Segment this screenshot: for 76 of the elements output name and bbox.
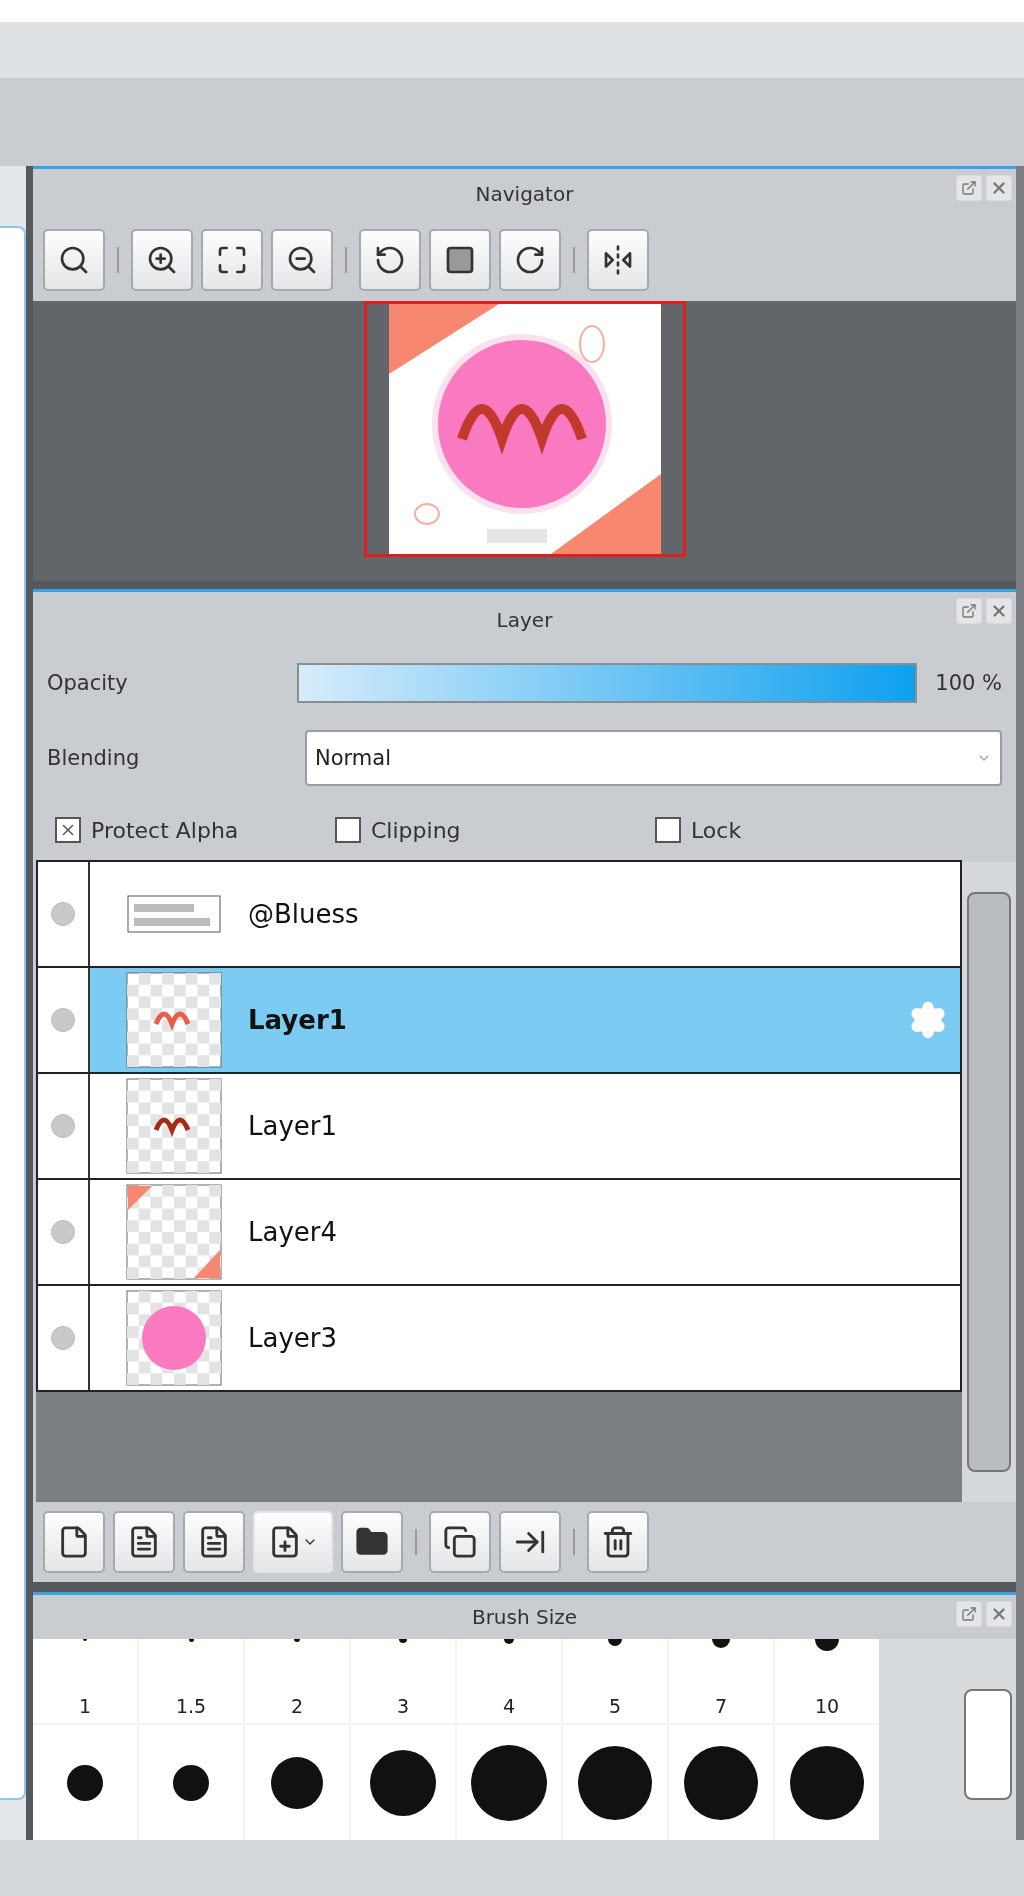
zoom-in-button[interactable] xyxy=(131,229,193,291)
layer-row[interactable]: Layer4 xyxy=(36,1178,962,1286)
add-layer-menu-button[interactable] xyxy=(253,1511,333,1573)
flip-icon xyxy=(602,244,634,276)
opacity-slider[interactable] xyxy=(297,663,918,703)
close-icon xyxy=(990,179,1008,197)
undock-button[interactable] xyxy=(956,1601,982,1627)
external-link-icon xyxy=(961,1606,977,1622)
delete-button[interactable] xyxy=(587,1511,649,1573)
brush-size-item[interactable] xyxy=(669,1725,773,1840)
blending-label: Blending xyxy=(47,746,141,770)
rotate-left-icon xyxy=(374,244,406,276)
scrollbar[interactable] xyxy=(962,862,1016,1502)
new-layer-button[interactable] xyxy=(43,1511,105,1573)
square-icon xyxy=(444,244,476,276)
reset-rotation-button[interactable] xyxy=(429,229,491,291)
panel-title: Layer xyxy=(496,608,553,632)
checkbox-option[interactable]: Lock xyxy=(655,817,855,843)
zoom-out-icon xyxy=(286,244,318,276)
close-button[interactable] xyxy=(986,598,1012,624)
brush-size-item[interactable] xyxy=(563,1725,667,1840)
rotate-right-button[interactable] xyxy=(499,229,561,291)
layer-row[interactable]: Layer3 xyxy=(36,1284,962,1392)
panel-title: Brush Size xyxy=(471,1605,578,1629)
rotate-right-icon xyxy=(514,244,546,276)
brush-size-item[interactable]: 2 xyxy=(245,1639,349,1723)
layer-row[interactable]: Layer1 xyxy=(36,1072,962,1180)
opacity-label: Opacity xyxy=(47,671,129,695)
brush-size-item[interactable] xyxy=(139,1725,243,1840)
undock-button[interactable] xyxy=(956,175,982,201)
fit-button[interactable] xyxy=(201,229,263,291)
undock-button[interactable] xyxy=(956,598,982,624)
close-icon xyxy=(990,602,1008,620)
brush-size-item[interactable] xyxy=(457,1725,561,1840)
blending-dropdown[interactable]: Normal xyxy=(305,730,1002,786)
folder-button[interactable] xyxy=(341,1511,403,1573)
brush-size-item[interactable] xyxy=(33,1725,137,1840)
opacity-reading: 100 % xyxy=(935,671,1002,695)
layer-row[interactable]: @Bluess xyxy=(36,860,962,968)
brush-size-item[interactable] xyxy=(245,1725,349,1840)
brush-size-item[interactable]: 10 xyxy=(775,1639,879,1723)
search-icon xyxy=(58,244,90,276)
visibility-dot[interactable] xyxy=(51,1326,75,1350)
trash-icon xyxy=(601,1525,635,1559)
actual-size-button[interactable] xyxy=(43,229,105,291)
brush-size-item[interactable]: 1 xyxy=(33,1639,137,1723)
brush-size-item[interactable] xyxy=(351,1725,455,1840)
visibility-dot[interactable] xyxy=(51,1114,75,1138)
close-button[interactable] xyxy=(986,1601,1012,1627)
brush-size-item[interactable] xyxy=(775,1725,879,1840)
checkbox-option[interactable]: Protect Alpha xyxy=(55,817,335,843)
external-link-icon xyxy=(961,603,977,619)
duplicate-button[interactable] xyxy=(429,1511,491,1573)
new-8bit-layer-button[interactable] xyxy=(113,1511,175,1573)
layer-row[interactable]: Layer1 xyxy=(36,966,962,1074)
zoom-out-button[interactable] xyxy=(271,229,333,291)
zoom-in-icon xyxy=(146,244,178,276)
brush-size-item[interactable]: 7 xyxy=(669,1639,773,1723)
visibility-dot[interactable] xyxy=(51,902,75,926)
merge-button[interactable] xyxy=(499,1511,561,1573)
visibility-dot[interactable] xyxy=(51,1220,75,1244)
checkbox-option[interactable]: Clipping xyxy=(335,817,655,843)
external-link-icon xyxy=(961,180,977,196)
rotate-left-button[interactable] xyxy=(359,229,421,291)
close-button[interactable] xyxy=(986,175,1012,201)
close-icon xyxy=(990,1605,1008,1623)
expand-icon xyxy=(216,244,248,276)
brush-size-item[interactable]: 3 xyxy=(351,1639,455,1723)
copy-icon xyxy=(443,1525,477,1559)
panel-title: Navigator xyxy=(475,182,574,206)
new-1bit-layer-button[interactable] xyxy=(183,1511,245,1573)
brush-size-item[interactable]: 1.5 xyxy=(139,1639,243,1723)
flip-button[interactable] xyxy=(587,229,649,291)
brush-size-item[interactable]: 5 xyxy=(563,1639,667,1723)
visibility-dot[interactable] xyxy=(51,1008,75,1032)
brush-size-item[interactable]: 4 xyxy=(457,1639,561,1723)
